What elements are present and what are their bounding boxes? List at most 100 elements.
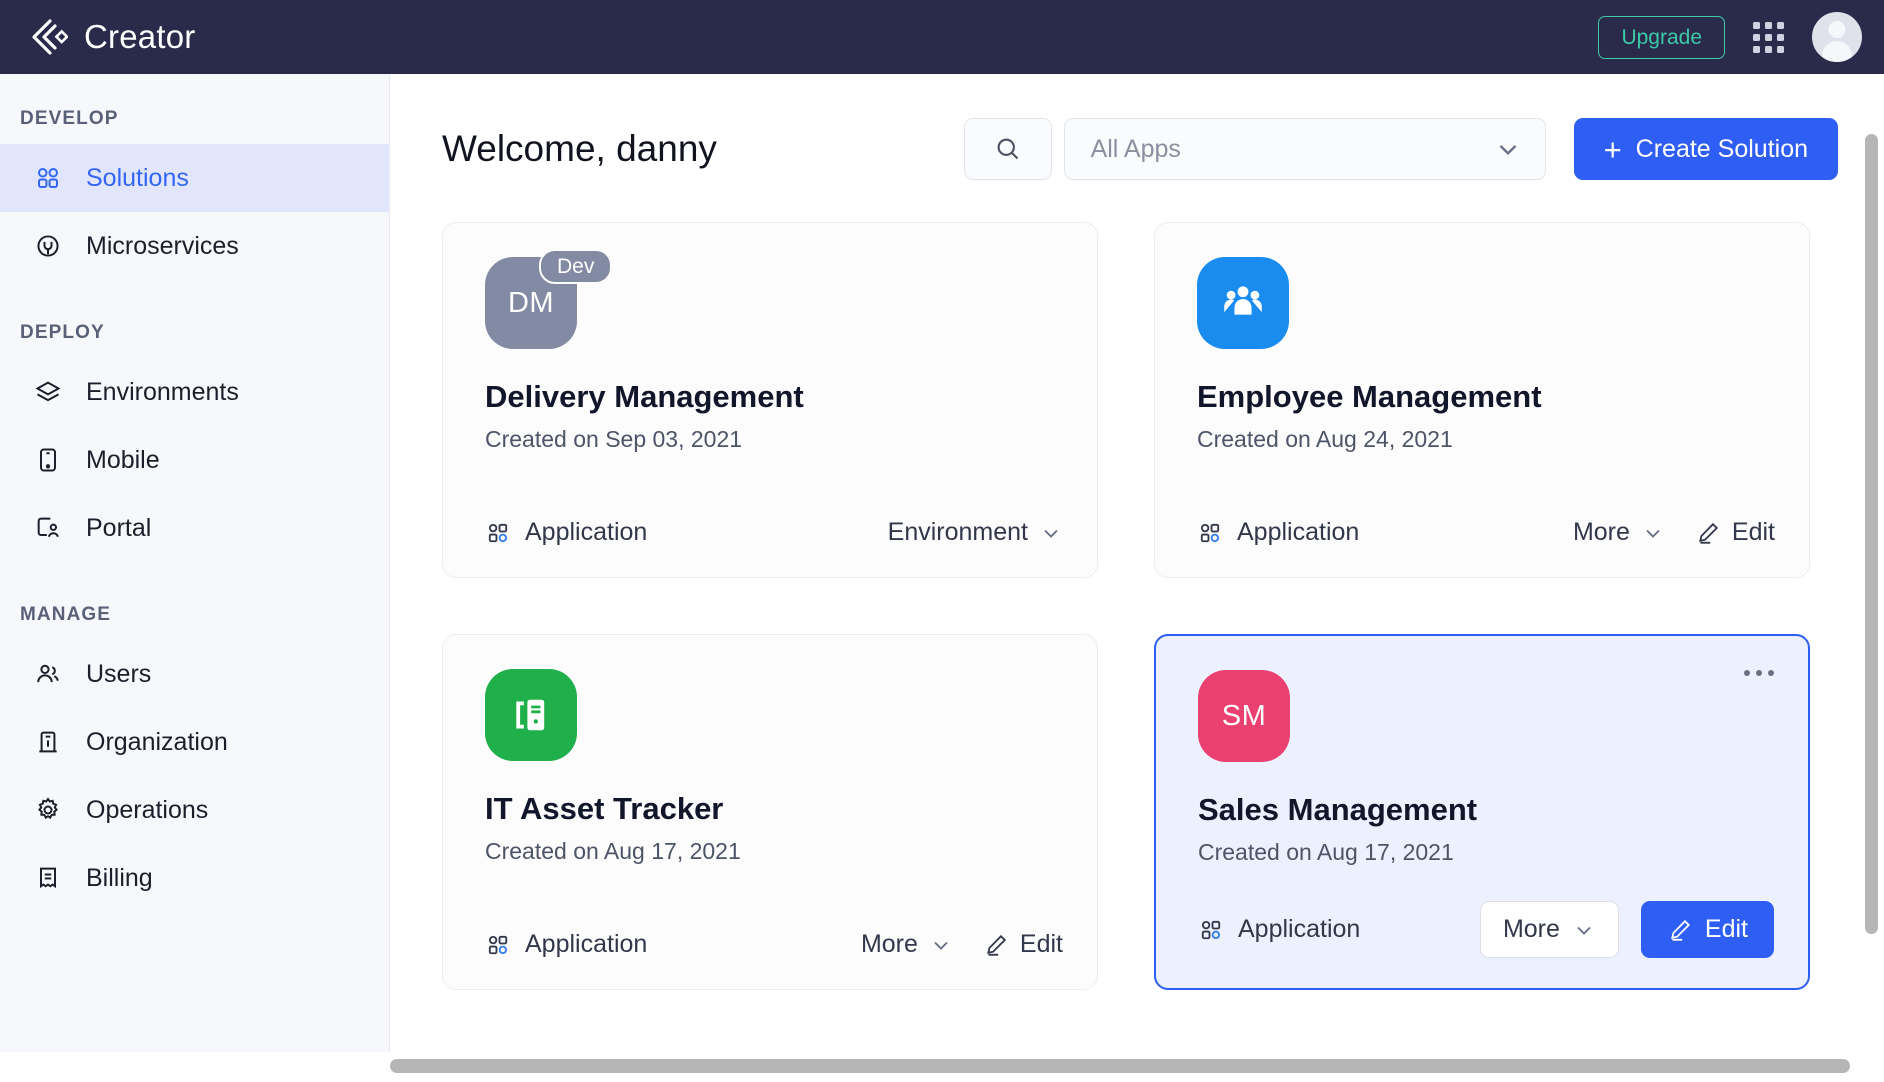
server-icon xyxy=(507,691,555,739)
card-title: Sales Management xyxy=(1198,792,1774,828)
card-created-date: Created on Sep 03, 2021 xyxy=(485,426,1063,453)
sidebar-group-label: DEPLOY xyxy=(0,322,389,344)
sidebar-item-mobile[interactable]: Mobile xyxy=(0,426,389,494)
sidebar-group-develop: DEVELOP Solutions Microservices xyxy=(0,108,389,280)
app-type-label: Application xyxy=(525,518,647,547)
card-actions: More Edit xyxy=(861,930,1063,959)
create-solution-label: Create Solution xyxy=(1636,135,1808,164)
card-icon-wrap: DM Dev xyxy=(485,257,577,349)
edit-label: Edit xyxy=(1705,915,1748,944)
plug-icon xyxy=(32,230,64,262)
more-dropdown[interactable]: More xyxy=(1573,518,1665,547)
card-actions: Environment xyxy=(888,518,1063,547)
more-label: More xyxy=(861,930,918,959)
chevron-down-icon xyxy=(1641,521,1665,545)
edit-button[interactable]: Edit xyxy=(1695,518,1775,547)
app-type-label: Application xyxy=(525,930,647,959)
card-title: IT Asset Tracker xyxy=(485,791,1063,827)
chevron-down-icon xyxy=(929,933,953,957)
receipt-icon xyxy=(32,862,64,894)
building-icon xyxy=(32,726,64,758)
edit-button[interactable]: Edit xyxy=(983,930,1063,959)
solutions-grid: DM Dev Delivery Management Created on Se… xyxy=(442,222,1838,990)
apps-filter-dropdown[interactable]: All Apps xyxy=(1064,118,1546,180)
app-type-label: Application xyxy=(1238,915,1360,944)
more-dropdown[interactable]: More xyxy=(861,930,953,959)
kebab-menu-icon[interactable] xyxy=(1744,670,1774,676)
chevron-down-icon xyxy=(1493,134,1523,164)
four-squares-icon xyxy=(485,520,511,546)
sidebar-item-label: Microservices xyxy=(86,232,239,261)
apps-grid-icon[interactable] xyxy=(1753,22,1784,53)
sidebar-group-manage: MANAGE Users Organization xyxy=(0,604,389,912)
sidebar-item-label: Mobile xyxy=(86,446,160,475)
card-actions: More Edit xyxy=(1480,901,1774,958)
app-initials-icon: SM xyxy=(1198,670,1290,762)
four-squares-icon xyxy=(485,932,511,958)
card-title: Delivery Management xyxy=(485,379,1063,415)
users-icon xyxy=(32,658,64,690)
layers-icon xyxy=(32,376,64,408)
sidebar-item-billing[interactable]: Billing xyxy=(0,844,389,912)
app-type: Application xyxy=(1197,518,1573,547)
sidebar-item-organization[interactable]: Organization xyxy=(0,708,389,776)
page-title: Welcome, danny xyxy=(442,128,964,170)
phone-icon xyxy=(32,444,64,476)
sidebar-item-label: Portal xyxy=(86,514,151,543)
portal-user-icon xyxy=(32,512,64,544)
card-title: Employee Management xyxy=(1197,379,1775,415)
chevron-down-icon xyxy=(1039,521,1063,545)
sidebar: DEVELOP Solutions Microservices DEPLOY xyxy=(0,74,390,1082)
app-type: Application xyxy=(485,930,861,959)
sidebar-group-label: MANAGE xyxy=(0,604,389,626)
four-squares-icon xyxy=(1198,917,1224,943)
sidebar-item-operations[interactable]: Operations xyxy=(0,776,389,844)
edit-label: Edit xyxy=(1020,930,1063,959)
solution-card-sales-management[interactable]: SM Sales Management Created on Aug 17, 2… xyxy=(1154,634,1810,990)
environment-dropdown[interactable]: Environment xyxy=(888,518,1063,547)
sidebar-item-label: Users xyxy=(86,660,151,689)
solution-card-it-asset-tracker[interactable]: IT Asset Tracker Created on Aug 17, 2021… xyxy=(442,634,1098,990)
plus-icon: + xyxy=(1604,134,1622,165)
chevron-down-icon xyxy=(1572,918,1596,942)
sidebar-item-environments[interactable]: Environments xyxy=(0,358,389,426)
top-navigation-bar: Creator Upgrade xyxy=(0,0,1884,74)
sidebar-item-users[interactable]: Users xyxy=(0,640,389,708)
sidebar-item-microservices[interactable]: Microservices xyxy=(0,212,389,280)
search-button[interactable] xyxy=(964,118,1052,180)
card-footer: Application More xyxy=(485,906,1063,989)
environment-label: Environment xyxy=(888,518,1028,547)
solution-card-employee-management[interactable]: Employee Management Created on Aug 24, 2… xyxy=(1154,222,1810,578)
horizontal-scrollbar[interactable] xyxy=(390,1059,1850,1073)
pencil-icon xyxy=(983,932,1009,958)
search-icon xyxy=(993,134,1023,164)
app-type: Application xyxy=(485,518,888,547)
avatar[interactable] xyxy=(1812,12,1862,62)
dev-badge: Dev xyxy=(539,249,612,284)
brand-name: Creator xyxy=(84,18,195,56)
app-type-label: Application xyxy=(1237,518,1359,547)
card-footer: Application Environment xyxy=(485,494,1063,577)
sidebar-item-label: Organization xyxy=(86,728,228,757)
brand-logo-area[interactable]: Creator xyxy=(22,17,195,57)
card-created-date: Created on Aug 17, 2021 xyxy=(485,838,1063,865)
topbar-right-actions: Upgrade xyxy=(1598,12,1862,62)
vertical-scrollbar[interactable] xyxy=(1865,134,1878,934)
more-label: More xyxy=(1573,518,1630,547)
sidebar-item-label: Operations xyxy=(86,796,208,825)
app-body: DEVELOP Solutions Microservices DEPLOY xyxy=(0,74,1884,1082)
card-icon-wrap xyxy=(485,669,577,761)
create-solution-button[interactable]: + Create Solution xyxy=(1574,118,1838,180)
sidebar-item-portal[interactable]: Portal xyxy=(0,494,389,562)
edit-button[interactable]: Edit xyxy=(1641,901,1774,958)
solution-card-delivery-management[interactable]: DM Dev Delivery Management Created on Se… xyxy=(442,222,1098,578)
gear-icon xyxy=(32,794,64,826)
upgrade-button[interactable]: Upgrade xyxy=(1598,16,1725,59)
pencil-icon xyxy=(1695,520,1721,546)
sidebar-item-solutions[interactable]: Solutions xyxy=(0,144,389,212)
more-dropdown[interactable]: More xyxy=(1480,901,1619,958)
app-type: Application xyxy=(1198,915,1480,944)
card-icon-wrap: SM xyxy=(1198,670,1290,762)
edit-label: Edit xyxy=(1732,518,1775,547)
more-label: More xyxy=(1503,915,1560,944)
